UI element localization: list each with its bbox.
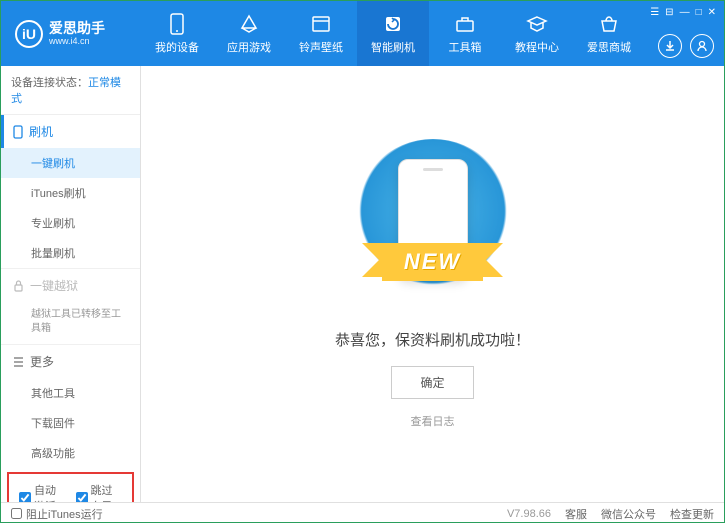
tab-store[interactable]: 爱思商城: [573, 1, 645, 66]
tab-label: 工具箱: [449, 39, 482, 55]
new-banner: NEW: [382, 243, 483, 281]
confirm-button[interactable]: 确定: [391, 366, 473, 399]
sidebar-item-batch-flash[interactable]: 批量刷机: [1, 238, 140, 268]
tab-label: 铃声壁纸: [299, 39, 343, 55]
checkbox-highlight-area: 自动激活 跳过向导: [7, 472, 134, 502]
nav-tabs: 我的设备 应用游戏 铃声壁纸 智能刷机 工具箱 教程中心 爱思商城: [141, 1, 724, 66]
phone-small-icon: [13, 125, 23, 139]
jailbreak-note: 越狱工具已转移至工具箱: [1, 302, 140, 344]
tab-toolbox[interactable]: 工具箱: [429, 1, 501, 66]
block-itunes-checkbox[interactable]: 阻止iTunes运行: [11, 506, 103, 522]
sidebar-item-pro-flash[interactable]: 专业刷机: [1, 208, 140, 238]
success-message: 恭喜您，保资料刷机成功啦！: [335, 329, 530, 350]
sidebar-item-itunes-flash[interactable]: iTunes刷机: [1, 178, 140, 208]
header-actions: [658, 34, 714, 58]
lock-icon: [13, 280, 24, 292]
apps-icon: [238, 13, 260, 35]
checkbox-skip-guide[interactable]: 跳过向导: [76, 482, 123, 502]
sidebar-header-jailbreak[interactable]: 一键越狱: [1, 269, 140, 302]
version-label: V7.98.66: [507, 508, 551, 520]
sidebar-item-oneclick-flash[interactable]: 一键刷机: [1, 148, 140, 178]
check-update-link[interactable]: 检查更新: [670, 506, 714, 522]
phone-icon: [166, 13, 188, 35]
wallpaper-icon: [310, 13, 332, 35]
logo-icon: iU: [15, 20, 43, 48]
app-name: 爱思助手: [49, 21, 105, 36]
tab-flash[interactable]: 智能刷机: [357, 1, 429, 66]
app-header: iU 爱思助手 www.i4.cn 我的设备 应用游戏 铃声壁纸 智能刷机 工具…: [1, 1, 724, 66]
tab-label: 教程中心: [515, 39, 559, 55]
minimize-icon[interactable]: —: [680, 7, 690, 18]
tab-my-device[interactable]: 我的设备: [141, 1, 213, 66]
download-button[interactable]: [658, 34, 682, 58]
sidebar-header-flash[interactable]: 刷机: [1, 115, 140, 148]
tab-ringtones[interactable]: 铃声壁纸: [285, 1, 357, 66]
sidebar-header-more[interactable]: 更多: [1, 345, 140, 378]
menu-icon[interactable]: ☰: [650, 7, 659, 18]
tab-label: 爱思商城: [587, 39, 631, 55]
maximize-icon[interactable]: □: [696, 7, 702, 18]
sidebar-item-advanced[interactable]: 高级功能: [1, 438, 140, 468]
tab-tutorials[interactable]: 教程中心: [501, 1, 573, 66]
tab-apps[interactable]: 应用游戏: [213, 1, 285, 66]
flash-icon: [382, 13, 404, 35]
menu-icon: [13, 357, 24, 367]
sidebar-item-download-firmware[interactable]: 下载固件: [1, 408, 140, 438]
toolbox-icon: [454, 13, 476, 35]
tab-label: 我的设备: [155, 39, 199, 55]
logo-area: iU 爱思助手 www.i4.cn: [1, 20, 141, 48]
user-button[interactable]: [690, 34, 714, 58]
support-link[interactable]: 客服: [565, 506, 587, 522]
connection-status: 设备连接状态：正常模式: [1, 66, 140, 115]
wechat-link[interactable]: 微信公众号: [601, 506, 656, 522]
sidebar: 设备连接状态：正常模式 刷机 一键刷机 iTunes刷机 专业刷机 批量刷机 一…: [1, 66, 141, 502]
app-url: www.i4.cn: [49, 36, 105, 46]
store-icon: [598, 13, 620, 35]
tab-label: 智能刷机: [371, 39, 415, 55]
tab-label: 应用游戏: [227, 39, 271, 55]
sidebar-item-other-tools[interactable]: 其他工具: [1, 378, 140, 408]
window-controls: ☰ ⊟ — □ ✕: [650, 7, 716, 18]
close-icon[interactable]: ✕: [708, 7, 716, 18]
view-log-link[interactable]: 查看日志: [411, 413, 455, 429]
footer: 阻止iTunes运行 V7.98.66 客服 微信公众号 检查更新: [1, 502, 724, 524]
success-illustration: NEW: [343, 139, 523, 309]
tutorial-icon: [526, 13, 548, 35]
checkbox-auto-activate[interactable]: 自动激活: [19, 482, 66, 502]
main-content: NEW 恭喜您，保资料刷机成功啦！ 确定 查看日志: [141, 66, 724, 502]
lock-icon[interactable]: ⊟: [665, 7, 673, 18]
